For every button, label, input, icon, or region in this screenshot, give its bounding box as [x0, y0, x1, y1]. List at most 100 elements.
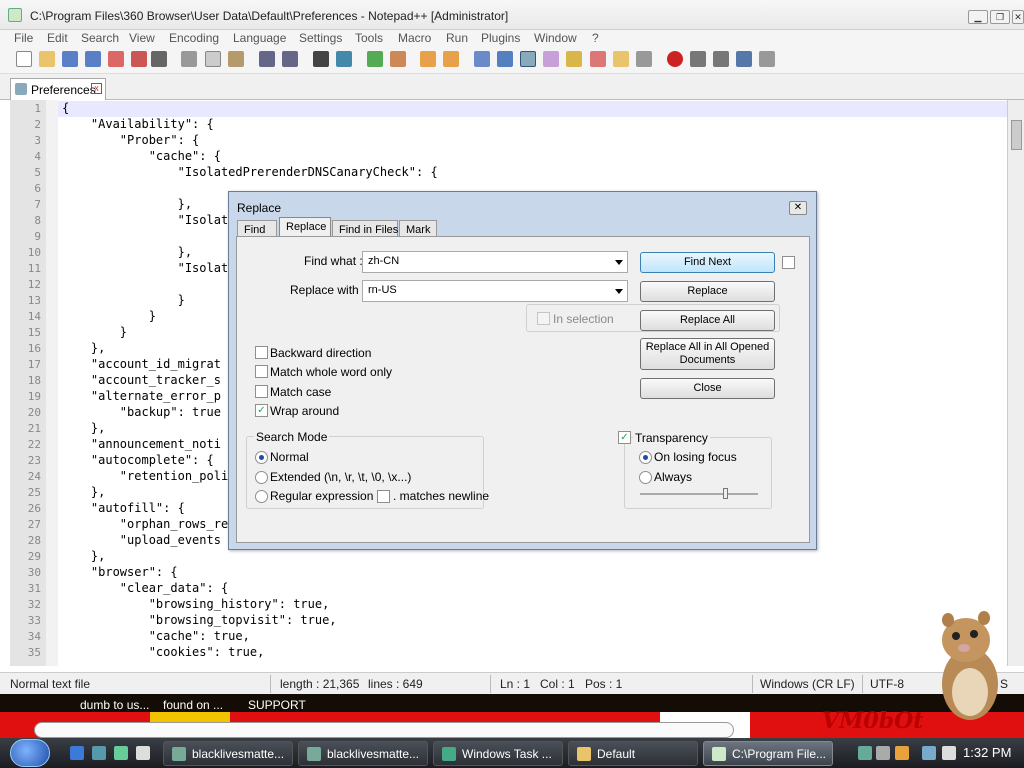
code-line[interactable]: "announcement_noti — [62, 437, 221, 451]
browser-address-bar[interactable] — [34, 722, 734, 738]
menu-settings[interactable]: Settings — [299, 31, 342, 45]
restore-button[interactable]: ❐ — [990, 10, 1010, 24]
task-blacklivesmatter-1[interactable]: blacklivesmatte... — [163, 741, 293, 766]
code-line[interactable]: "account_id_migrat — [62, 357, 221, 371]
sync-vertical-icon[interactable] — [420, 51, 436, 67]
code-line[interactable]: "orphan_rows_re — [62, 517, 228, 531]
code-line[interactable]: }, — [62, 245, 192, 259]
task-windows-task-manager[interactable]: Windows Task ... — [433, 741, 563, 766]
transparency-slider-track[interactable] — [640, 493, 758, 495]
code-line[interactable]: "Isolated — [62, 213, 243, 227]
menu-run[interactable]: Run — [446, 31, 468, 45]
scrollbar-thumb[interactable] — [1011, 120, 1022, 150]
code-line[interactable]: "account_tracker_s — [62, 373, 221, 387]
copy-icon[interactable] — [205, 51, 221, 67]
menu-macro[interactable]: Macro — [398, 31, 431, 45]
menu-plugins[interactable]: Plugins — [481, 31, 520, 45]
folder-workspace-icon[interactable] — [613, 51, 629, 67]
task-notepadpp[interactable]: C:\Program File... — [703, 741, 833, 766]
play-macro-icon[interactable] — [713, 51, 729, 67]
replace-with-input[interactable]: rn-US — [362, 280, 628, 302]
quick-launch-icon[interactable] — [136, 746, 150, 760]
new-file-icon[interactable] — [16, 51, 32, 67]
code-line[interactable]: "IsolatedPrerenderDNSCanaryCheck": { — [62, 165, 438, 179]
record-macro-icon[interactable] — [667, 51, 683, 67]
code-line[interactable]: "cache": true, — [62, 629, 250, 643]
vertical-scrollbar[interactable] — [1007, 100, 1024, 666]
ie-icon[interactable] — [70, 746, 84, 760]
regex-radio[interactable] — [255, 490, 268, 503]
show-all-chars-icon[interactable] — [497, 51, 513, 67]
search-tray-icon[interactable] — [895, 746, 909, 760]
code-line[interactable]: "autocomplete": { — [62, 453, 214, 467]
code-line[interactable]: "Isolated — [62, 261, 243, 275]
transparency-slider-thumb[interactable] — [722, 488, 728, 499]
always-radio[interactable] — [639, 471, 652, 484]
volume-tray-icon[interactable] — [942, 746, 956, 760]
menu-window[interactable]: Window — [534, 31, 577, 45]
on-losing-focus-radio[interactable] — [639, 451, 652, 464]
code-line[interactable]: "browsing_topvisit": true, — [62, 613, 337, 627]
run-macro-multiple-icon[interactable] — [736, 51, 752, 67]
menu-tools[interactable]: Tools — [355, 31, 383, 45]
menu-help[interactable]: ? — [592, 31, 599, 45]
match-whole-word-checkbox[interactable] — [255, 365, 268, 378]
tray-icon-2[interactable] — [876, 746, 890, 760]
start-button[interactable] — [10, 739, 50, 767]
show-desktop-icon[interactable] — [114, 746, 128, 760]
replace-icon[interactable] — [336, 51, 352, 67]
dialog-extra-checkbox[interactable] — [782, 256, 795, 269]
doc-map-icon[interactable] — [566, 51, 582, 67]
code-line[interactable]: "browser": { — [62, 565, 178, 579]
code-line[interactable]: } — [62, 293, 185, 307]
stop-macro-icon[interactable] — [690, 51, 706, 67]
menu-edit[interactable]: Edit — [47, 31, 68, 45]
word-wrap-icon[interactable] — [474, 51, 490, 67]
close-tab-icon[interactable]: x — [91, 83, 102, 94]
replace-button[interactable]: Replace — [640, 281, 775, 302]
find-icon[interactable] — [313, 51, 329, 67]
zoom-in-icon[interactable] — [367, 51, 383, 67]
task-blacklivesmatter-2[interactable]: blacklivesmatte... — [298, 741, 428, 766]
network-tray-icon[interactable] — [858, 746, 872, 760]
code-line[interactable]: }, — [62, 421, 105, 435]
save-all-icon[interactable] — [85, 51, 101, 67]
extended-radio[interactable] — [255, 471, 268, 484]
code-line[interactable]: "Prober": { — [62, 133, 199, 147]
sync-horizontal-icon[interactable] — [443, 51, 459, 67]
close-all-icon[interactable] — [131, 51, 147, 67]
zoom-out-icon[interactable] — [390, 51, 406, 67]
indent-guide-icon[interactable] — [520, 51, 536, 67]
find-next-button[interactable]: Find Next — [640, 252, 775, 273]
code-line[interactable]: } — [62, 309, 156, 323]
code-line[interactable]: "retention_poli — [62, 469, 228, 483]
firefox-icon[interactable] — [92, 746, 106, 760]
find-what-input[interactable]: zh-CN — [362, 251, 628, 273]
transparency-checkbox[interactable]: ✓ — [618, 431, 631, 444]
code-line[interactable]: "upload_events — [62, 533, 221, 547]
replace-all-opened-button[interactable]: Replace All in All Opened Documents — [640, 338, 775, 370]
function-list-icon[interactable] — [590, 51, 606, 67]
close-window-button[interactable]: ✕ — [1012, 10, 1024, 24]
save-icon[interactable] — [62, 51, 78, 67]
print-icon[interactable] — [151, 51, 167, 67]
code-line[interactable]: "Availability": { — [62, 117, 214, 131]
menu-view[interactable]: View — [129, 31, 155, 45]
dialog-close-button[interactable]: ✕ — [789, 201, 807, 215]
code-line[interactable]: "alternate_error_p — [62, 389, 221, 403]
cut-icon[interactable] — [181, 51, 197, 67]
code-line[interactable]: } — [62, 325, 127, 339]
code-line[interactable]: }, — [62, 485, 105, 499]
menu-search[interactable]: Search — [81, 31, 119, 45]
task-default-folder[interactable]: Default — [568, 741, 698, 766]
code-line[interactable]: "clear_data": { — [62, 581, 228, 595]
replace-all-button[interactable]: Replace All — [640, 310, 775, 331]
minimize-button[interactable]: ▁ — [968, 10, 988, 24]
close-button[interactable]: Close — [640, 378, 775, 399]
code-line[interactable]: "autofill": { — [62, 501, 185, 515]
code-line[interactable]: "browsing_history": true, — [62, 597, 330, 611]
code-line[interactable]: { — [62, 101, 69, 115]
code-line[interactable]: "cache": { — [62, 149, 221, 163]
chevron-down-icon[interactable] — [615, 289, 623, 294]
redo-icon[interactable] — [282, 51, 298, 67]
